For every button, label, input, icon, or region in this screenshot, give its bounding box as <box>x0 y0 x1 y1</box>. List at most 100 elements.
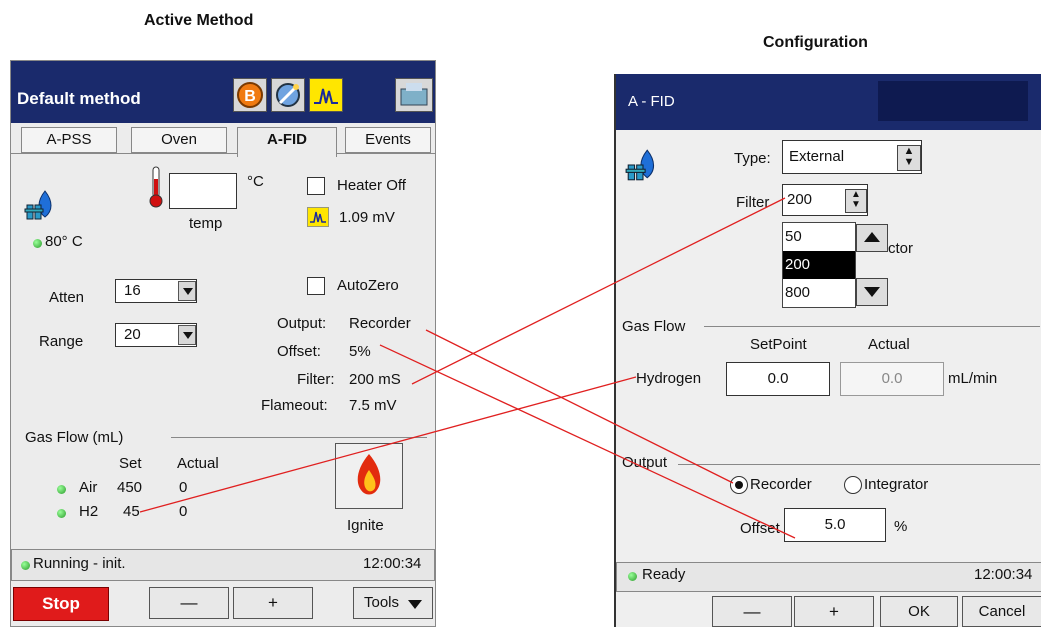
ignite-label: Ignite <box>347 517 384 534</box>
filter-option-selected[interactable]: 200 <box>783 251 855 279</box>
obscured-label: ctor <box>888 240 914 257</box>
gasflow-label: Gas Flow <box>622 318 686 335</box>
type-spinner[interactable]: ▲ ▼ <box>897 145 921 171</box>
atten-value: 16 <box>124 282 141 299</box>
status-time: 12:00:34 <box>363 555 422 572</box>
status-text: Running - init. <box>33 555 126 572</box>
h2-set: 45 <box>123 503 140 520</box>
type-label: Type: <box>734 150 771 167</box>
b-icon[interactable]: B <box>233 78 267 112</box>
filter-option[interactable]: 800 <box>783 279 855 307</box>
filter-label: Filter: <box>297 371 335 388</box>
svg-text:B: B <box>244 88 256 105</box>
range-select[interactable]: 20 <box>115 323 197 347</box>
ok-button[interactable]: OK <box>880 596 958 627</box>
signal-icon <box>307 207 329 227</box>
set-header: Set <box>119 455 142 472</box>
thermometer-icon <box>147 165 165 214</box>
output-divider <box>678 464 1040 465</box>
heater-off-checkbox[interactable] <box>307 177 325 195</box>
offset-input[interactable]: 5.0 <box>784 508 886 542</box>
stop-button[interactable]: Stop <box>13 587 109 621</box>
tab-a-pss[interactable]: A-PSS <box>21 127 117 153</box>
tools-dropdown-icon <box>408 600 422 609</box>
configuration-caption: Configuration <box>763 34 868 51</box>
actual-header: Actual <box>177 455 219 472</box>
minus-button[interactable]: — <box>712 596 792 627</box>
fid-detector-icon <box>23 187 59 228</box>
temp-label: temp <box>189 215 223 232</box>
output-label: Output <box>622 454 668 471</box>
ignite-button[interactable] <box>335 443 403 509</box>
offset-label: Offset <box>740 520 780 537</box>
flameout-value: 7.5 mV <box>349 397 397 414</box>
flameout-label: Flameout: <box>261 397 328 414</box>
filter-value: 200 <box>787 191 813 208</box>
range-dropdown-arrow[interactable] <box>178 325 196 345</box>
recorder-radio[interactable] <box>730 476 748 494</box>
temp-input[interactable] <box>169 173 237 209</box>
hydrogen-actual-field: 0.0 <box>840 362 944 396</box>
active-method-caption: Active Method <box>144 12 254 29</box>
atten-label: Atten <box>49 289 85 306</box>
list-scroll-down[interactable] <box>856 278 888 306</box>
air-name: Air <box>79 479 98 496</box>
gasflow-label: Gas Flow (mL) <box>25 429 124 446</box>
type-select[interactable]: External ▲ ▼ <box>782 140 922 174</box>
flow-unit: mL/min <box>948 370 998 387</box>
autozero-checkbox[interactable] <box>307 277 325 295</box>
setpoint-header: SetPoint <box>750 336 807 353</box>
h2-led <box>57 509 66 518</box>
air-set: 450 <box>117 479 143 496</box>
config-title: A - FID <box>628 93 675 110</box>
filter-spinner[interactable]: ▲ ▼ <box>845 189 867 213</box>
atten-select[interactable]: 16 <box>115 279 197 303</box>
integrator-radio[interactable] <box>844 476 862 494</box>
integrator-label: Integrator <box>864 476 929 493</box>
list-scroll-up[interactable] <box>856 224 888 252</box>
active-method-panel: Default method B A-PSS Oven A-FID Events… <box>10 60 436 627</box>
autozero-label: AutoZero <box>337 277 399 294</box>
cancel-button[interactable]: Cancel <box>962 596 1041 627</box>
filter-option[interactable]: 50 <box>783 223 855 251</box>
chromatogram-icon[interactable] <box>309 78 343 112</box>
printer-icon[interactable] <box>395 78 433 112</box>
atten-dropdown-arrow[interactable] <box>178 281 196 301</box>
fid-detector-icon <box>624 146 662 189</box>
range-value: 20 <box>124 326 141 343</box>
tools-icon[interactable] <box>271 78 305 112</box>
tab-a-fid[interactable]: A-FID <box>237 127 337 157</box>
filter-select[interactable]: 200 ▲ ▼ <box>782 184 868 216</box>
status-led <box>628 572 637 581</box>
h2-name: H2 <box>79 503 99 520</box>
gasflow-divider <box>704 326 1040 327</box>
heater-off-label: Heater Off <box>337 177 406 194</box>
offset-unit: % <box>894 518 908 535</box>
tools-label: Tools <box>364 594 400 611</box>
temp-led <box>33 239 42 248</box>
offset-label: Offset: <box>277 343 321 360</box>
output-value: Recorder <box>349 315 411 332</box>
output-label: Output: <box>277 315 327 332</box>
hydrogen-setpoint-input[interactable]: 0.0 <box>726 362 830 396</box>
plus-button[interactable]: + <box>233 587 313 619</box>
tab-events[interactable]: Events <box>345 127 431 153</box>
tools-button[interactable]: Tools <box>353 587 433 619</box>
gasflow-divider <box>171 437 427 438</box>
minus-button[interactable]: — <box>149 587 229 619</box>
tab-oven[interactable]: Oven <box>131 127 227 153</box>
status-led <box>21 561 30 570</box>
filter-label: Filter <box>736 194 770 211</box>
method-title: Default method <box>17 89 141 108</box>
filter-dropdown-list[interactable]: 50 200 800 <box>782 222 856 308</box>
actual-header: Actual <box>868 336 910 353</box>
signal-value: 1.09 mV <box>339 209 395 226</box>
status-text: Ready <box>642 566 686 583</box>
hydrogen-label: Hydrogen <box>636 370 702 387</box>
plus-button[interactable]: + <box>794 596 874 627</box>
status-time: 12:00:34 <box>974 566 1033 583</box>
configuration-panel: A - FID Type: External ▲ ▼ Filter 200 ▲ ▼ … <box>614 74 1041 627</box>
filter-value: 200 mS <box>349 371 401 388</box>
flame-icon <box>357 454 381 495</box>
air-led <box>57 485 66 494</box>
